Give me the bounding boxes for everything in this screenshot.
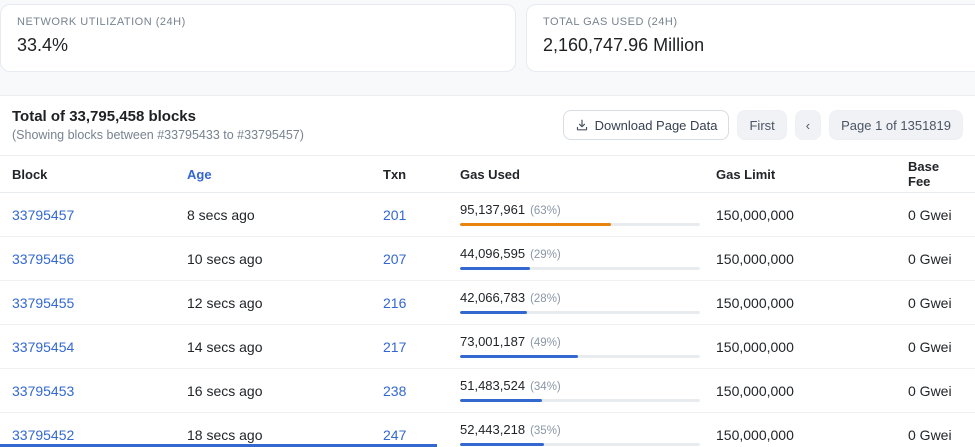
gas-used-percent: (29%) — [530, 249, 561, 262]
block-number-link[interactable]: 33795455 — [12, 295, 187, 311]
block-age: 14 secs ago — [187, 339, 383, 355]
gas-used-value: 51,483,524 — [460, 379, 525, 393]
gas-used-value: 95,137,961 — [460, 203, 525, 217]
table-row: 33795452 18 secs ago 247 52,443,218 (35%… — [0, 413, 975, 447]
table-toolbar: Total of 33,795,458 blocks (Showing bloc… — [0, 96, 975, 155]
txn-count-link[interactable]: 207 — [383, 251, 460, 267]
download-button-label: Download Page Data — [595, 118, 718, 133]
base-fee-value: 0 Gwei — [908, 339, 963, 355]
table-summary: Total of 33,795,458 blocks (Showing bloc… — [12, 108, 304, 142]
gas-used-bar-fill — [460, 311, 527, 314]
gas-used-bar-fill — [460, 223, 611, 226]
gas-used-bar-track — [460, 443, 700, 446]
block-number-link[interactable]: 33795457 — [12, 207, 187, 223]
gas-used-cell: 52,443,218 (35%) — [460, 423, 716, 446]
gas-used-bar-fill — [460, 443, 544, 446]
base-fee-value: 0 Gwei — [908, 251, 963, 267]
gas-used-cell: 42,066,783 (28%) — [460, 291, 716, 314]
gas-used-bar-track — [460, 311, 700, 314]
table-row: 33795453 16 secs ago 238 51,483,524 (34%… — [0, 369, 975, 413]
column-header-block: Block — [12, 167, 187, 182]
gas-used-bar-track — [460, 355, 700, 358]
block-number-link[interactable]: 33795454 — [12, 339, 187, 355]
network-utilization-card: NETWORK UTILIZATION (24H) 33.4% — [0, 4, 516, 72]
gas-used-cell: 73,001,187 (49%) — [460, 335, 716, 358]
gas-used-value: 73,001,187 — [460, 335, 525, 349]
gas-used-bar-fill — [460, 267, 530, 270]
gas-used-percent: (28%) — [530, 293, 561, 306]
txn-count-link[interactable]: 201 — [383, 207, 460, 223]
gas-limit-value: 150,000,000 — [716, 427, 908, 443]
txn-count-link[interactable]: 238 — [383, 383, 460, 399]
table-header-row: Block Age Txn Gas Used Gas Limit Base Fe… — [0, 155, 975, 193]
total-gas-used-card: TOTAL GAS USED (24H) 2,160,747.96 Millio… — [526, 4, 975, 72]
network-utilization-label: NETWORK UTILIZATION (24H) — [17, 16, 499, 28]
column-header-age[interactable]: Age — [187, 167, 383, 182]
block-age: 18 secs ago — [187, 427, 383, 443]
gas-limit-value: 150,000,000 — [716, 207, 908, 223]
block-number-link[interactable]: 33795453 — [12, 383, 187, 399]
gas-used-bar-fill — [460, 355, 578, 358]
gas-limit-value: 150,000,000 — [716, 251, 908, 267]
gas-limit-value: 150,000,000 — [716, 383, 908, 399]
total-gas-used-label: TOTAL GAS USED (24H) — [543, 16, 959, 28]
download-page-data-button[interactable]: Download Page Data — [563, 110, 730, 140]
stats-row: NETWORK UTILIZATION (24H) 33.4% TOTAL GA… — [0, 0, 975, 72]
gas-used-value: 42,066,783 — [460, 291, 525, 305]
total-gas-used-value: 2,160,747.96 Million — [543, 35, 959, 56]
base-fee-value: 0 Gwei — [908, 207, 963, 223]
column-header-gas-used: Gas Used — [460, 167, 716, 182]
base-fee-value: 0 Gwei — [908, 383, 963, 399]
block-age: 8 secs ago — [187, 207, 383, 223]
first-page-button[interactable]: First — [737, 110, 786, 140]
total-blocks-text: Total of 33,795,458 blocks — [12, 108, 304, 125]
column-header-gas-limit: Gas Limit — [716, 167, 908, 182]
base-fee-value: 0 Gwei — [908, 295, 963, 311]
txn-count-link[interactable]: 216 — [383, 295, 460, 311]
block-number-link[interactable]: 33795456 — [12, 251, 187, 267]
table-row: 33795455 12 secs ago 216 42,066,783 (28%… — [0, 281, 975, 325]
network-utilization-value: 33.4% — [17, 35, 499, 56]
gas-used-bar-fill — [460, 399, 542, 402]
gas-used-percent: (34%) — [530, 381, 561, 394]
gas-used-bar-track — [460, 223, 700, 226]
gas-limit-value: 150,000,000 — [716, 339, 908, 355]
chevron-left-icon: ‹ — [806, 118, 810, 133]
txn-count-link[interactable]: 247 — [383, 427, 460, 443]
gas-used-cell: 95,137,961 (63%) — [460, 203, 716, 226]
table-row: 33795454 14 secs ago 217 73,001,187 (49%… — [0, 325, 975, 369]
gas-used-percent: (49%) — [530, 337, 561, 350]
download-icon — [575, 118, 589, 132]
showing-range-text: (Showing blocks between #33795433 to #33… — [12, 128, 304, 142]
block-age: 12 secs ago — [187, 295, 383, 311]
column-header-txn: Txn — [383, 167, 460, 182]
gas-used-cell: 51,483,524 (34%) — [460, 379, 716, 402]
gas-used-percent: (35%) — [530, 425, 561, 438]
gas-used-percent: (63%) — [530, 205, 561, 218]
block-age: 10 secs ago — [187, 251, 383, 267]
previous-page-button[interactable]: ‹ — [795, 110, 821, 140]
table-row: 33795456 10 secs ago 207 44,096,595 (29%… — [0, 237, 975, 281]
block-age: 16 secs ago — [187, 383, 383, 399]
gas-used-bar-track — [460, 267, 700, 270]
column-header-base-fee: Base Fee — [908, 159, 963, 189]
base-fee-value: 0 Gwei — [908, 427, 963, 443]
gas-used-value: 52,443,218 — [460, 423, 525, 437]
gas-used-cell: 44,096,595 (29%) — [460, 247, 716, 270]
gas-used-value: 44,096,595 — [460, 247, 525, 261]
table-row: 33795457 8 secs ago 201 95,137,961 (63%)… — [0, 193, 975, 237]
blocks-table-panel: Total of 33,795,458 blocks (Showing bloc… — [0, 95, 975, 447]
txn-count-link[interactable]: 217 — [383, 339, 460, 355]
gas-used-bar-track — [460, 399, 700, 402]
gas-limit-value: 150,000,000 — [716, 295, 908, 311]
block-number-link[interactable]: 33795452 — [12, 427, 187, 443]
page-indicator-button[interactable]: Page 1 of 1351819 — [829, 110, 963, 140]
pagination-controls: Download Page Data First ‹ Page 1 of 135… — [563, 110, 963, 140]
